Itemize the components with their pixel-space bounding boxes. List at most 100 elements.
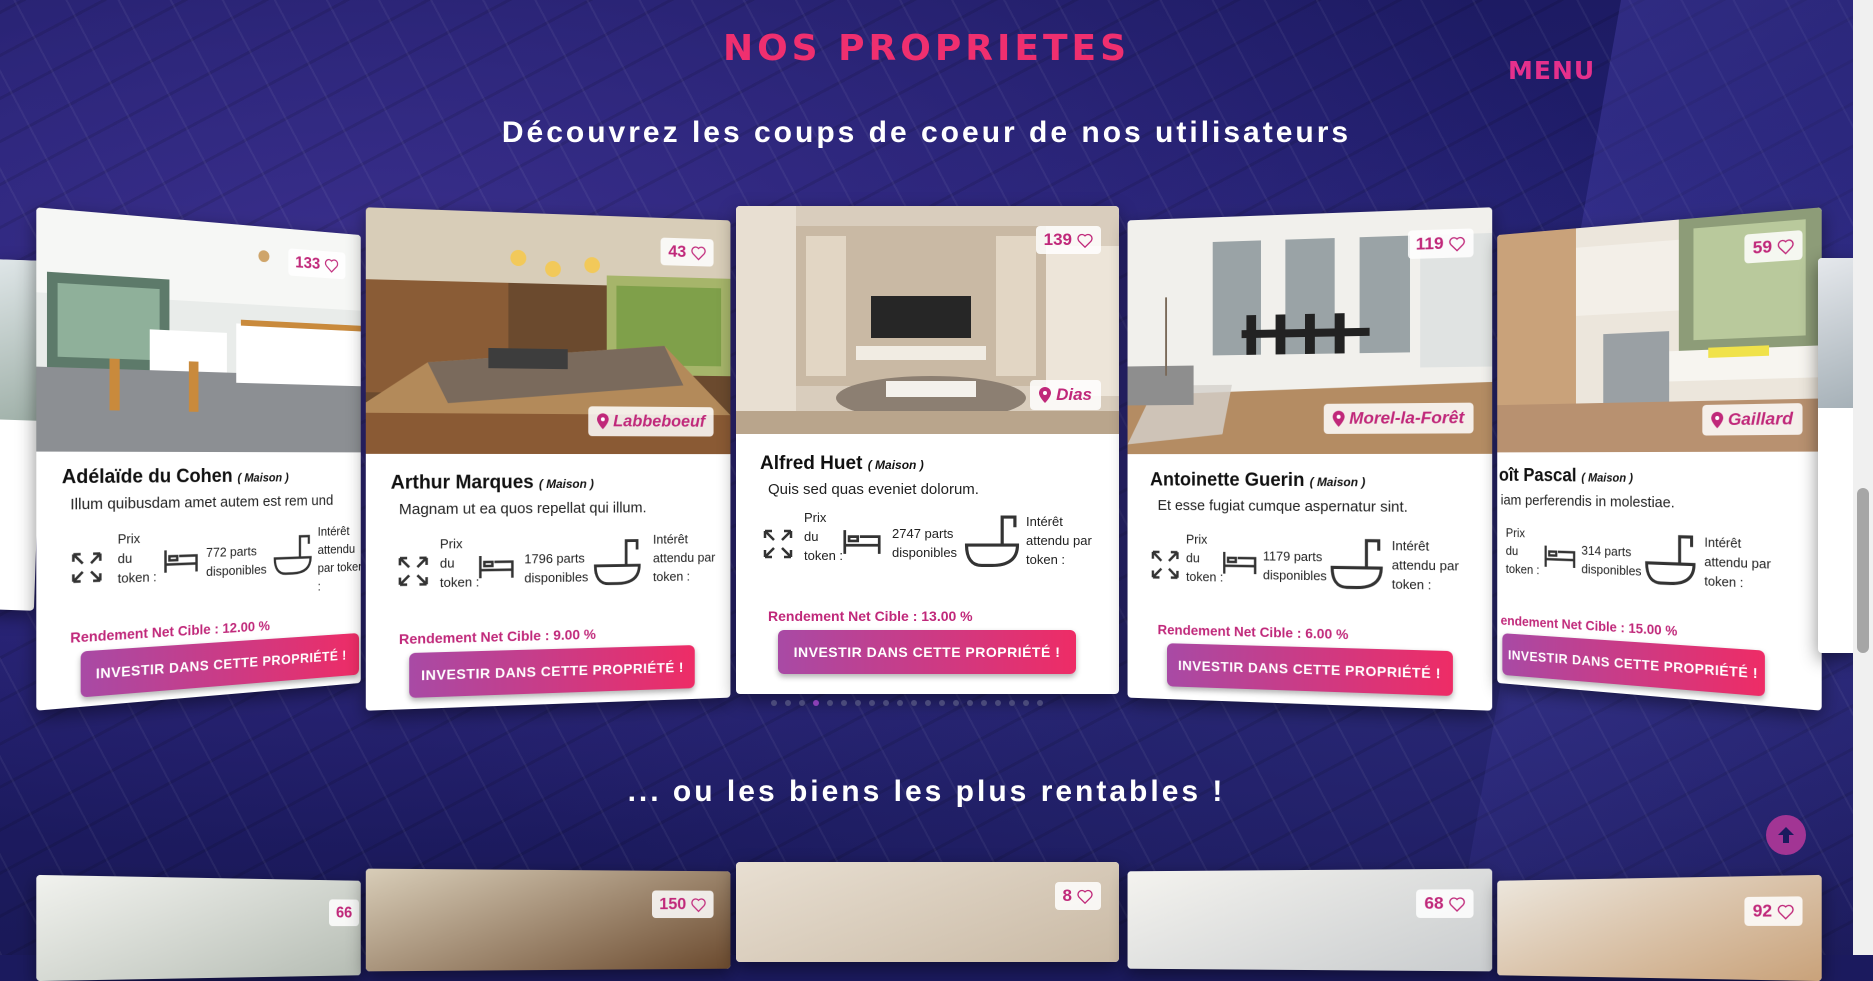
property-specs: Prix du token : 1796 parts disponibles I… <box>366 525 731 631</box>
owner-name: Arthur Marques ( Maison ) <box>390 472 594 494</box>
carousel-dot[interactable] <box>925 700 931 706</box>
property-card[interactable]: 66 <box>36 874 361 981</box>
likes-badge[interactable]: 133 <box>288 248 346 280</box>
carousel-dot[interactable] <box>911 700 917 706</box>
heart-icon <box>1777 903 1794 919</box>
bed-icon <box>1544 544 1576 570</box>
owner-name: Antoinette Guerin ( Maison ) <box>1150 469 1366 491</box>
expected-interest-label: Intérêt attendu par token : <box>1026 514 1092 567</box>
carousel-dot[interactable] <box>883 700 889 706</box>
location-label: Labbeboeuf <box>613 411 706 431</box>
likes-count: 59 <box>1752 236 1773 258</box>
invest-button[interactable]: INVESTIR DANS CETTE PROPRIÉTÉ ! <box>1167 643 1453 697</box>
bathtub-icon <box>964 515 1020 568</box>
property-specs: Prix du token : 1179 parts disponibles I… <box>1128 523 1493 629</box>
heart-icon <box>1777 238 1794 255</box>
property-type: ( Maison ) <box>867 458 924 472</box>
likes-badge[interactable]: 139 <box>1035 226 1101 254</box>
carousel-dot[interactable] <box>995 700 1001 706</box>
menu-button[interactable]: MENU <box>1508 56 1595 85</box>
expand-icon <box>70 550 103 585</box>
property-specs: Prix du token : 314 parts disponibles In… <box>1497 518 1821 631</box>
invest-button[interactable]: INVESTIR DANS CETTE PROPRIÉTÉ ! <box>409 645 695 698</box>
bed-icon <box>1222 550 1257 576</box>
expected-interest-label: Intérêt attendu par token : <box>317 523 361 594</box>
invest-button[interactable]: INVESTIR DANS CETTE PROPRIÉTÉ ! <box>778 630 1076 674</box>
section-title-favorites: Découvrez les coups de coeur de nos util… <box>501 116 1352 149</box>
likes-badge[interactable]: 92 <box>1744 896 1803 926</box>
scrollbar-thumb[interactable] <box>1857 488 1869 653</box>
carousel-dot[interactable] <box>813 700 819 706</box>
card-body: Adélaïde du Cohen ( Maison ) Illum quibu… <box>36 466 361 702</box>
carousel-dot[interactable] <box>897 700 903 706</box>
heart-icon <box>691 245 706 260</box>
property-card[interactable]: 43 Labbeboeuf Arthur Marques ( Maison ) … <box>365 207 731 711</box>
property-description: Quis sed quas eveniet dolorum. <box>768 481 979 498</box>
property-card[interactable]: 92 <box>1497 874 1822 981</box>
bathtub-icon <box>273 532 312 576</box>
property-card[interactable]: 59 Gaillard oît Pascal ( Maison ) iam pe… <box>1497 207 1822 711</box>
likes-badge[interactable]: 8 <box>1054 882 1101 910</box>
carousel-dots <box>771 700 1043 706</box>
scrollbar[interactable] <box>1853 0 1873 955</box>
section-title-most-profitable: ... ou les biens les plus rentables ! <box>627 775 1226 808</box>
bed-icon <box>478 554 514 581</box>
property-description: Magnam ut ea quos repellat qui illum. <box>398 499 647 519</box>
property-image <box>365 868 731 972</box>
property-image <box>36 874 361 981</box>
scroll-to-top-button[interactable] <box>1766 815 1806 855</box>
property-type: ( Maison ) <box>538 476 594 492</box>
carousel-dot[interactable] <box>841 700 847 706</box>
property-card[interactable]: 139 Dias Alfred Huet ( Maison ) Quis sed… <box>736 206 1119 694</box>
property-type: ( Maison ) <box>237 470 289 485</box>
property-card-partial-right[interactable] <box>1818 258 1858 653</box>
likes-badge[interactable]: 43 <box>660 237 714 267</box>
heart-icon <box>1077 233 1093 248</box>
heart-icon <box>1449 896 1465 911</box>
property-specs: Prix du token : 772 parts disponibles In… <box>36 518 361 631</box>
parts-available: 1179 parts disponibles <box>1262 548 1327 584</box>
property-card[interactable]: 68 <box>1127 868 1493 972</box>
carousel-dot[interactable] <box>939 700 945 706</box>
card-body: oît Pascal ( Maison ) iam perferendis in… <box>1497 466 1821 702</box>
carousel-dot[interactable] <box>799 700 805 706</box>
likes-count: 150 <box>659 894 687 914</box>
location-label: Dias <box>1056 385 1092 404</box>
expand-icon <box>763 529 793 559</box>
carousel-dot[interactable] <box>827 700 833 706</box>
card-body: Antoinette Guerin ( Maison ) Et esse fug… <box>1128 470 1493 698</box>
token-price-label: Prix du token : <box>439 536 480 591</box>
property-specs: Prix du token : 2747 parts disponibles I… <box>736 508 1119 608</box>
carousel-dot[interactable] <box>1037 700 1043 706</box>
carousel-dot[interactable] <box>967 700 973 706</box>
card-body: Arthur Marques ( Maison ) Magnam ut ea q… <box>366 472 731 700</box>
carousel-dot[interactable] <box>1023 700 1029 706</box>
likes-badge[interactable]: 150 <box>651 890 714 919</box>
heart-icon <box>1077 889 1093 904</box>
carousel-dot[interactable] <box>981 700 987 706</box>
token-price-label: Prix du token : <box>804 510 844 563</box>
heart-icon <box>1449 235 1465 251</box>
location-pin-icon <box>596 413 609 430</box>
carousel-dot[interactable] <box>953 700 959 706</box>
card-body: Alfred Huet ( Maison ) Quis sed quas eve… <box>736 453 1119 674</box>
carousel-dot[interactable] <box>869 700 875 706</box>
likes-badge[interactable]: 68 <box>1416 889 1474 918</box>
carousel-dot[interactable] <box>855 700 861 706</box>
likes-badge[interactable]: 119 <box>1407 228 1474 260</box>
heart-icon <box>325 257 339 272</box>
likes-badge[interactable]: 59 <box>1744 230 1803 264</box>
property-card[interactable]: 119 Morel-la-Forêt Antoinette Guerin ( M… <box>1127 207 1493 711</box>
likes-badge[interactable]: 66 <box>329 899 360 927</box>
property-card[interactable]: 8 <box>736 862 1119 962</box>
carousel-dot[interactable] <box>771 700 777 706</box>
property-card[interactable]: 133 Re Adélaïde du Cohen ( Maison ) Illu… <box>36 207 361 711</box>
carousel-dot[interactable] <box>785 700 791 706</box>
property-type: ( Maison ) <box>1309 475 1366 490</box>
expand-icon <box>1150 549 1180 581</box>
property-description: Et esse fugiat cumque aspernatur sint. <box>1157 497 1408 516</box>
carousel-dot[interactable] <box>1009 700 1015 706</box>
property-card[interactable]: 150 <box>365 868 731 972</box>
likes-count: 139 <box>1043 230 1072 249</box>
token-price-label: Prix du token : <box>117 530 157 587</box>
